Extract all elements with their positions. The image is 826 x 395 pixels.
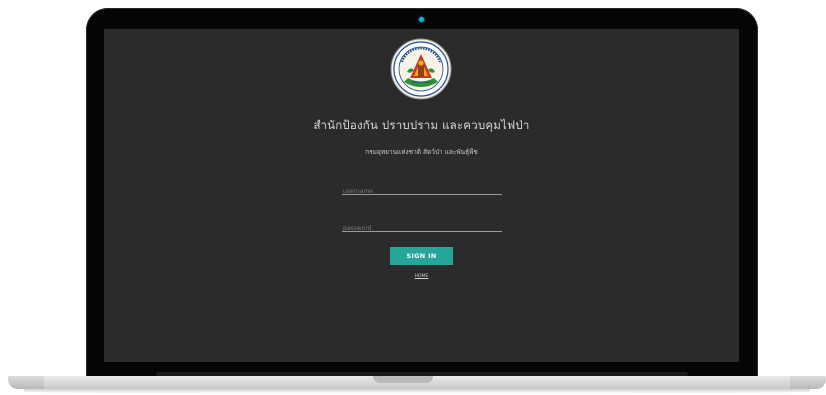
home-link[interactable]: HOME <box>104 274 739 279</box>
laptop-screen: สำนักป้องกัน ปราบปราม และควบคุมไฟป่า กรม… <box>104 29 739 362</box>
base-opening-notch <box>373 376 433 383</box>
password-field-wrapper <box>342 215 503 236</box>
login-page: สำนักป้องกัน ปราบปราม และควบคุมไฟป่า กรม… <box>104 29 739 362</box>
sign-in-button[interactable]: SIGN IN <box>390 247 453 265</box>
organization-subtitle: กรมอุทยานแห่งชาติ สัตว์ป่า และพันธุ์พืช <box>365 148 478 156</box>
base-left-edge <box>8 376 44 389</box>
base-shadow <box>24 389 810 394</box>
laptop-base <box>8 376 826 389</box>
laptop-lid: สำนักป้องกัน ปราบปราม และควบคุมไฟป่า กรม… <box>86 8 758 378</box>
webcam-icon <box>419 17 424 22</box>
laptop-mockup: สำนักป้องกัน ปราบปราม และควบคุมไฟป่า กรม… <box>0 0 826 395</box>
password-input[interactable] <box>342 221 503 236</box>
username-field-wrapper <box>342 178 503 199</box>
base-right-edge <box>790 376 826 389</box>
username-input[interactable] <box>342 184 503 199</box>
department-seal-icon <box>390 38 452 100</box>
organization-title: สำนักป้องกัน ปราบปราม และควบคุมไฟป่า <box>313 118 530 132</box>
